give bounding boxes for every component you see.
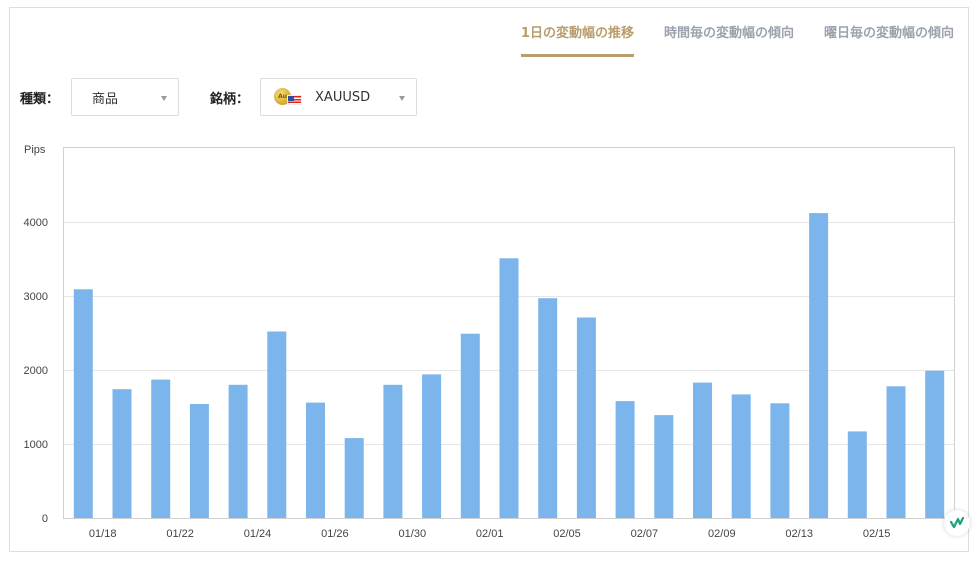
x-tick-label: 01/26 (321, 528, 349, 540)
y-tick-label: 4000 (24, 217, 48, 229)
x-tick-label: 02/13 (785, 528, 813, 540)
bar-01-20[interactable] (151, 379, 171, 518)
bar-01-29[interactable] (383, 384, 403, 518)
bar-02-14[interactable] (847, 431, 867, 518)
bar-02-01[interactable] (499, 258, 519, 518)
bar-02-09[interactable] (731, 394, 751, 518)
x-tick-label: 01/24 (244, 528, 272, 540)
bar-02-06[interactable] (615, 401, 635, 518)
daily-range-bar-chart: 0 1000 2000 3000 4000 01/18 01/22 01/24 01/26 01… (24, 144, 955, 540)
x-tick-label: 01/30 (399, 528, 427, 540)
x-tick-label: 01/18 (89, 528, 117, 540)
bar-02-16[interactable] (925, 370, 945, 518)
y-tick-label: 3000 (24, 291, 48, 303)
bar-01-24[interactable] (267, 331, 287, 519)
bar-02-13[interactable] (809, 213, 829, 518)
bar-01-30[interactable] (422, 374, 442, 518)
bar-01-26[interactable] (344, 438, 364, 518)
checkmark-logo-icon (949, 516, 965, 529)
x-tick-label: 02/15 (863, 528, 891, 540)
bar-01-19[interactable] (112, 389, 132, 518)
x-tick-label: 02/01 (476, 528, 504, 540)
y-tick-label: 0 (42, 513, 48, 525)
bar-01-23[interactable] (228, 384, 248, 518)
y-tick-label: 1000 (24, 439, 48, 451)
bar-01-25[interactable] (306, 402, 325, 518)
bar-02-15[interactable] (886, 386, 906, 518)
bar-02-02[interactable] (538, 298, 558, 518)
y-tick-label: 2000 (24, 365, 48, 377)
y-axis-label: Pips (24, 144, 46, 156)
chart-logo-badge[interactable] (944, 510, 970, 536)
x-tick-label: 02/05 (553, 528, 581, 540)
bar-01-22[interactable] (189, 404, 209, 518)
bar-01-18[interactable] (73, 289, 93, 518)
x-tick-label: 02/09 (708, 528, 736, 540)
bar-02-12[interactable] (770, 403, 790, 518)
bar-01-31[interactable] (460, 333, 480, 518)
x-tick-label: 02/07 (631, 528, 659, 540)
bar-02-07[interactable] (654, 415, 674, 518)
bar-02-08[interactable] (693, 382, 712, 518)
bar-02-05[interactable] (576, 317, 596, 519)
x-tick-label: 01/22 (166, 528, 194, 540)
